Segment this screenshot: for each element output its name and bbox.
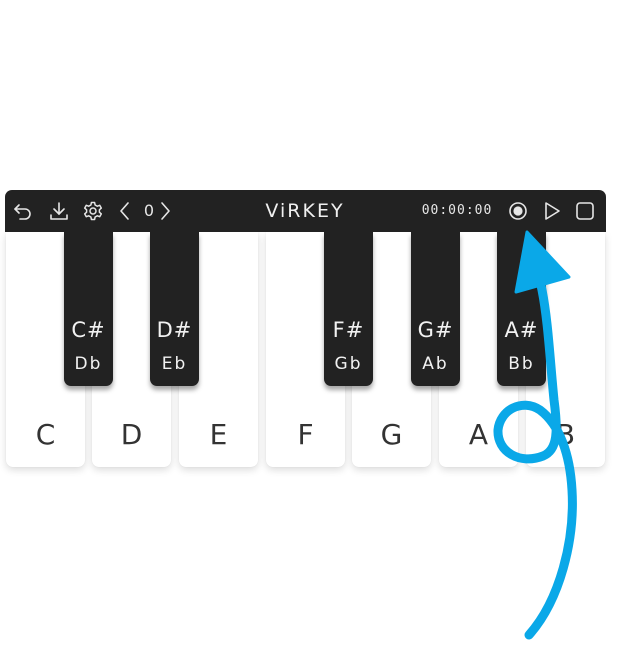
chevron-left-icon[interactable]: [113, 199, 137, 223]
white-key-label: B: [555, 418, 576, 451]
app-title: ViRKEY: [265, 200, 345, 222]
stop-icon[interactable]: [573, 199, 597, 223]
white-key-label: A: [468, 418, 489, 451]
black-key-sharp-label: A#: [504, 318, 539, 342]
undo-icon[interactable]: [11, 199, 35, 223]
black-key-flat-label: Eb: [161, 354, 188, 374]
black-key-flat-label: Db: [74, 354, 103, 374]
play-icon[interactable]: [540, 199, 564, 223]
white-key-label: F: [297, 418, 314, 451]
white-key-label: E: [209, 418, 228, 451]
recording-timer: 00:00:00: [421, 203, 493, 218]
chevron-right-icon[interactable]: [153, 199, 177, 223]
black-key-c-sharp[interactable]: C# Db: [64, 232, 113, 386]
gear-icon[interactable]: [81, 199, 105, 223]
toolbar: 0 ViRKEY 00:00:00: [5, 190, 606, 232]
white-key-label: C: [35, 418, 56, 451]
black-key-sharp-label: G#: [417, 318, 454, 342]
black-key-a-sharp[interactable]: A# Bb: [497, 232, 546, 386]
black-key-sharp-label: D#: [156, 318, 193, 342]
white-key-label: G: [380, 418, 403, 451]
white-key-label: D: [120, 418, 143, 451]
black-key-flat-label: Gb: [334, 354, 363, 374]
black-key-flat-label: Bb: [508, 354, 535, 374]
black-key-flat-label: Ab: [422, 354, 449, 374]
black-key-g-sharp[interactable]: G# Ab: [411, 232, 460, 386]
download-icon[interactable]: [47, 199, 71, 223]
black-key-sharp-label: C#: [71, 318, 106, 342]
black-key-d-sharp[interactable]: D# Eb: [150, 232, 199, 386]
black-key-f-sharp[interactable]: F# Gb: [324, 232, 373, 386]
black-key-sharp-label: F#: [332, 318, 365, 342]
virkey-app: 0 ViRKEY 00:00:00 C D E F G A B C# Db D#…: [0, 0, 620, 652]
record-icon[interactable]: [506, 199, 530, 223]
